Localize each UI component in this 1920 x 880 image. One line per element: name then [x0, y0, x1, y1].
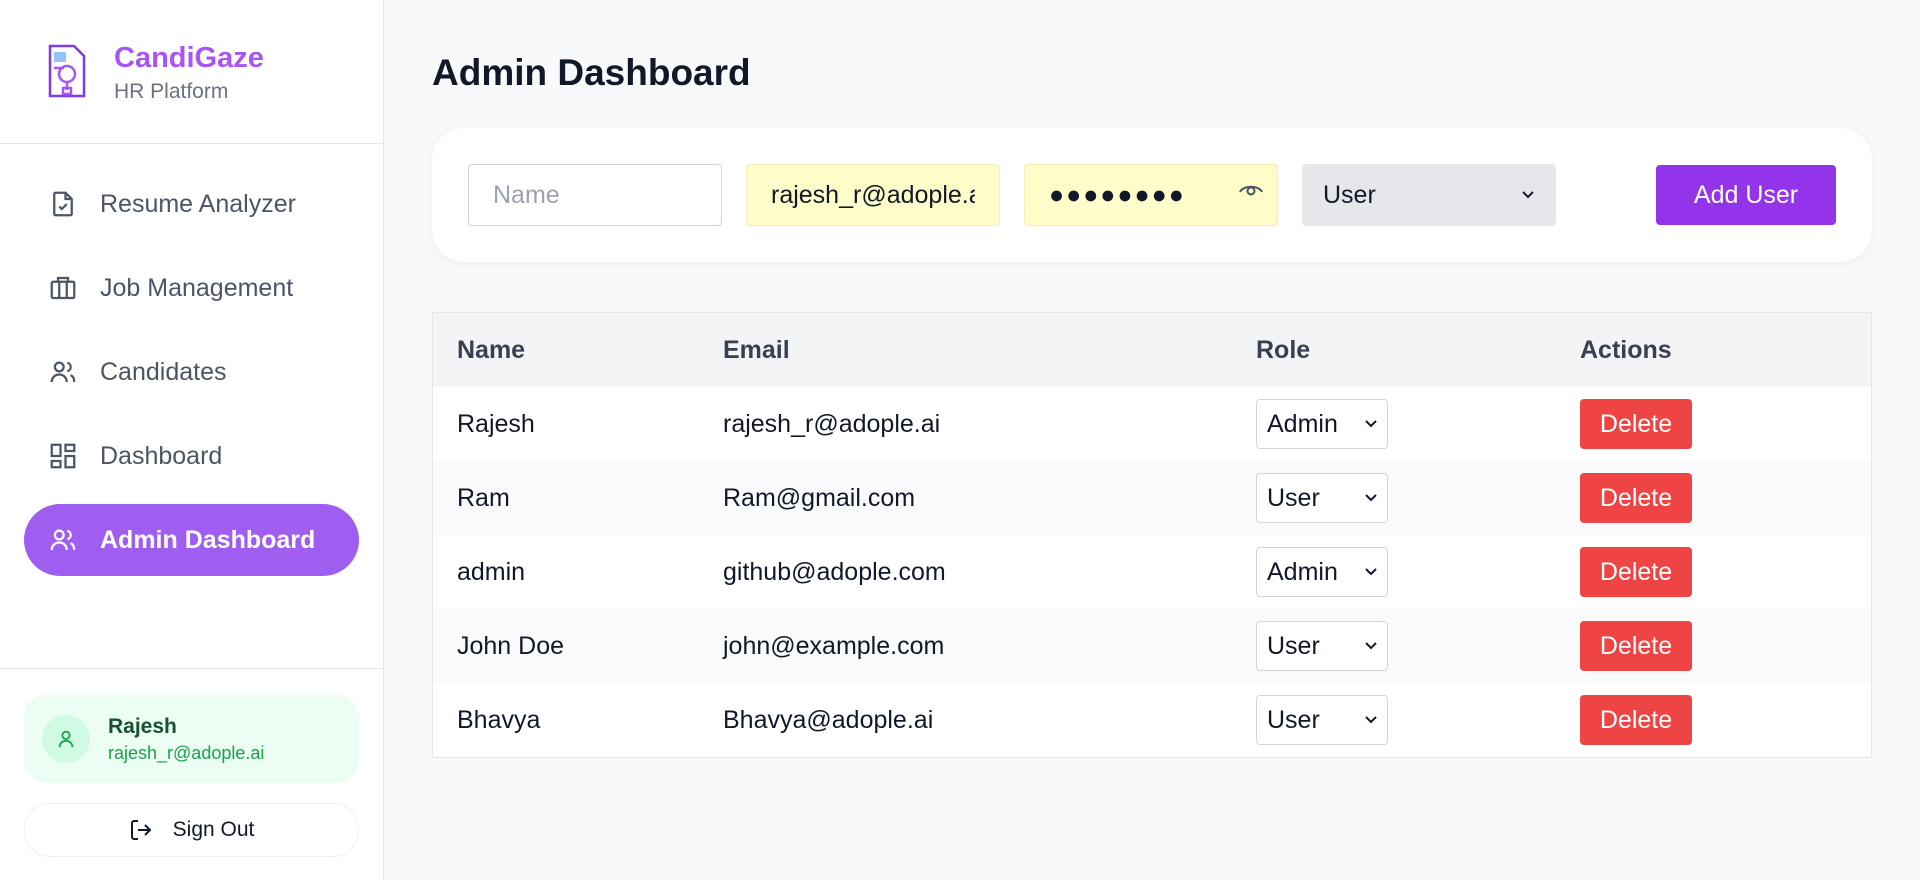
actions-cell: Delete [1580, 621, 1871, 671]
chevron-down-icon [1365, 716, 1377, 724]
role-cell: Admin [1256, 547, 1580, 597]
sidebar-nav: Resume Analyzer Job Management Candidate… [0, 144, 383, 576]
user-email-cell: Ram@gmail.com [723, 483, 916, 512]
row-role-value: User [1267, 483, 1320, 512]
brand-name: CandiGaze [114, 41, 264, 74]
password-field [1024, 164, 1278, 226]
role-select[interactable]: User [1302, 164, 1556, 226]
user-email: rajesh_r@adople.ai [108, 742, 265, 763]
sidebar-item-label: Admin Dashboard [100, 525, 316, 554]
users-icon [48, 525, 78, 555]
user-name-cell: Ram [457, 483, 510, 512]
row-role-select[interactable]: Admin [1256, 399, 1388, 449]
table-row: Rajesh rajesh_r@adople.ai Admin Delete [433, 387, 1871, 461]
user-card: Rajesh rajesh_r@adople.ai [24, 695, 359, 783]
sidebar-item-dashboard[interactable]: Dashboard [24, 420, 359, 492]
user-name: Rajesh [108, 714, 177, 738]
table-row: admin github@adople.com Admin Delete [433, 535, 1871, 609]
logout-icon [129, 818, 153, 842]
email-input[interactable] [746, 164, 1000, 226]
row-role-select[interactable]: Admin [1256, 547, 1388, 597]
sidebar-item-label: Candidates [100, 357, 227, 386]
user-email-cell: Bhavya@adople.ai [723, 705, 934, 734]
row-role-select[interactable]: User [1256, 621, 1388, 671]
name-input[interactable] [468, 164, 722, 226]
user-email-cell: github@adople.com [723, 557, 946, 586]
page-title: Admin Dashboard [432, 52, 751, 93]
file-icon [48, 189, 78, 219]
role-select-value: User [1323, 180, 1376, 209]
column-header: Actions [1580, 335, 1672, 364]
user-name-cell: Rajesh [457, 409, 535, 438]
sidebar-item-label: Job Management [100, 273, 294, 302]
table-row: Ram Ram@gmail.com User Delete [433, 461, 1871, 535]
user-name-cell: Bhavya [457, 705, 541, 734]
sidebar-item-label: Resume Analyzer [100, 189, 296, 218]
table-header: Name Email Role Actions [433, 313, 1871, 387]
brand-header: CandiGaze HR Platform [0, 0, 383, 144]
sidebar-item-candidates[interactable]: Candidates [24, 336, 359, 408]
sidebar-item-resume-analyzer[interactable]: Resume Analyzer [24, 168, 359, 240]
chevron-down-icon [1522, 191, 1534, 199]
main-content: Admin Dashboard User Add User Name Email… [384, 0, 1920, 880]
sidebar-footer: Rajesh rajesh_r@adople.ai Sign Out [0, 668, 383, 857]
users-icon [48, 357, 78, 387]
users-table: Name Email Role Actions Rajesh rajesh_r@… [432, 312, 1872, 758]
column-header: Role [1256, 335, 1311, 364]
role-cell: Admin [1256, 399, 1580, 449]
delete-button[interactable]: Delete [1580, 399, 1692, 449]
row-role-value: User [1267, 705, 1320, 734]
actions-cell: Delete [1580, 547, 1871, 597]
table-row: John Doe john@example.com User Delete [433, 609, 1871, 683]
actions-cell: Delete [1580, 399, 1871, 449]
table-row: Bhavya Bhavya@adople.ai User Delete [433, 683, 1871, 757]
role-cell: User [1256, 473, 1580, 523]
role-cell: User [1256, 695, 1580, 745]
eye-icon[interactable] [1238, 180, 1264, 200]
delete-button[interactable]: Delete [1580, 695, 1692, 745]
column-header: Email [723, 335, 790, 364]
user-email-cell: rajesh_r@adople.ai [723, 409, 941, 438]
user-email-cell: john@example.com [723, 631, 945, 660]
row-role-value: User [1267, 631, 1320, 660]
brand-subtitle: HR Platform [114, 79, 229, 103]
chevron-down-icon [1365, 494, 1377, 502]
sign-out-button[interactable]: Sign Out [24, 803, 359, 857]
briefcase-icon [48, 273, 78, 303]
row-role-select[interactable]: User [1256, 695, 1388, 745]
delete-button[interactable]: Delete [1580, 621, 1692, 671]
sidebar-item-label: Dashboard [100, 441, 223, 470]
sidebar-item-admin-dashboard[interactable]: Admin Dashboard [24, 504, 359, 576]
sign-out-label: Sign Out [172, 818, 255, 841]
add-user-button[interactable]: Add User [1656, 165, 1836, 225]
user-icon [42, 715, 90, 763]
chevron-down-icon [1365, 568, 1377, 576]
row-role-value: Admin [1267, 557, 1338, 586]
actions-cell: Delete [1580, 473, 1871, 523]
user-name-cell: John Doe [457, 631, 565, 660]
row-role-value: Admin [1267, 409, 1338, 438]
chevron-down-icon [1365, 420, 1377, 428]
delete-button[interactable]: Delete [1580, 473, 1692, 523]
sidebar: CandiGaze HR Platform Resume Analyzer Jo… [0, 0, 384, 880]
row-role-select[interactable]: User [1256, 473, 1388, 523]
delete-button[interactable]: Delete [1580, 547, 1692, 597]
sidebar-item-job-management[interactable]: Job Management [24, 252, 359, 324]
grid-icon [48, 441, 78, 471]
role-cell: User [1256, 621, 1580, 671]
column-header: Name [457, 335, 526, 364]
chevron-down-icon [1365, 642, 1377, 650]
actions-cell: Delete [1580, 695, 1871, 745]
table-body: Rajesh rajesh_r@adople.ai Admin Delete R… [433, 387, 1871, 757]
user-name-cell: admin [457, 557, 526, 586]
add-user-form: User Add User [432, 128, 1872, 262]
document-search-icon [48, 44, 86, 97]
